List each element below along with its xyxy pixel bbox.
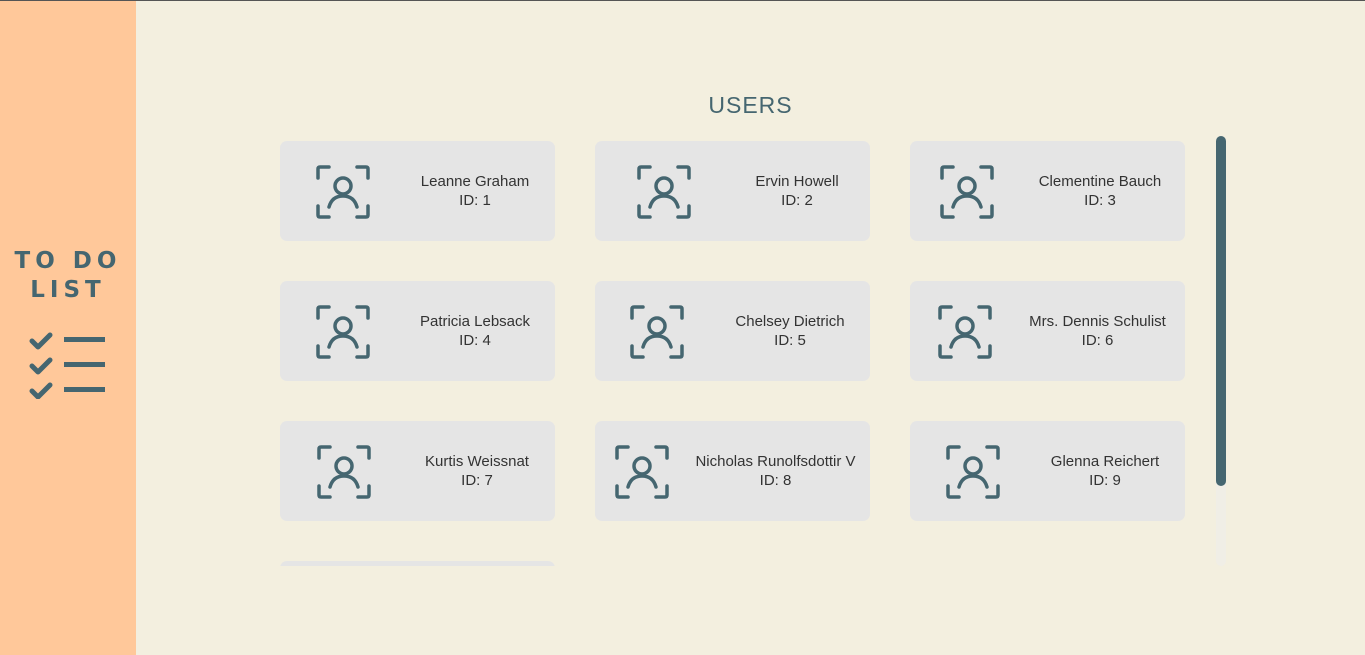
user-icon (940, 165, 994, 224)
user-id: ID: 5 (774, 332, 806, 349)
top-border (0, 0, 1365, 1)
scrollbar-thumb[interactable] (1216, 136, 1226, 486)
checklist-icon (28, 329, 108, 404)
user-name: Nicholas Runolfsdottir V (695, 453, 856, 470)
user-icon (317, 445, 371, 504)
user-card[interactable]: Clementine Bauch ID: 3 (910, 141, 1185, 241)
user-card[interactable]: Nicholas Runolfsdottir V ID: 8 (595, 421, 870, 521)
user-info: Mrs. Dennis Schulist ID: 6 (1010, 312, 1185, 350)
user-name: Chelsey Dietrich (735, 313, 845, 330)
user-card[interactable]: Patricia Lebsack ID: 4 (280, 281, 555, 381)
user-name: Glenna Reichert (1050, 453, 1160, 470)
user-info: Chelsey Dietrich ID: 5 (705, 312, 875, 350)
user-icon (946, 445, 1000, 504)
logo-line-2: LIST (30, 277, 106, 303)
user-id: ID: 2 (781, 192, 813, 209)
logo-line-1: TO DO (14, 248, 122, 274)
user-info: Ervin Howell ID: 2 (712, 172, 882, 210)
app-logo-text[interactable]: TO DO LIST (0, 247, 136, 305)
scrollbar-track[interactable] (1216, 136, 1226, 566)
user-id: ID: 9 (1089, 472, 1121, 489)
user-id: ID: 8 (759, 472, 792, 489)
user-card[interactable] (280, 561, 555, 566)
user-name: Ervin Howell (755, 173, 839, 190)
user-icon (615, 445, 669, 504)
user-name: Patricia Lebsack (419, 313, 531, 330)
sidebar: TO DO LIST (0, 1, 136, 655)
user-info: Glenna Reichert ID: 9 (1020, 452, 1190, 490)
user-info: Nicholas Runolfsdottir V ID: 8 (683, 452, 868, 490)
user-name: Clementine Bauch (1038, 173, 1162, 190)
user-id: ID: 7 (461, 472, 493, 489)
user-name: Mrs. Dennis Schulist (1029, 313, 1166, 330)
user-info: Patricia Lebsack ID: 4 (390, 312, 560, 350)
user-name: Leanne Graham (420, 173, 530, 190)
user-icon (938, 305, 992, 364)
user-info: Kurtis Weissnat ID: 7 (392, 452, 562, 490)
user-id: ID: 4 (459, 332, 491, 349)
users-grid[interactable]: Leanne Graham ID: 1 Ervin Howell ID: 2 C… (280, 140, 1200, 566)
user-icon (316, 165, 370, 224)
user-icon (630, 305, 684, 364)
user-id: ID: 1 (459, 192, 491, 209)
user-card[interactable]: Kurtis Weissnat ID: 7 (280, 421, 555, 521)
user-info: Leanne Graham ID: 1 (390, 172, 560, 210)
user-card[interactable]: Chelsey Dietrich ID: 5 (595, 281, 870, 381)
user-info: Clementine Bauch ID: 3 (1015, 172, 1185, 210)
user-name: Kurtis Weissnat (425, 453, 529, 470)
user-card[interactable]: Mrs. Dennis Schulist ID: 6 (910, 281, 1185, 381)
page-title: USERS (708, 92, 793, 118)
user-id: ID: 3 (1084, 192, 1116, 209)
user-icon (637, 165, 691, 224)
user-card[interactable]: Ervin Howell ID: 2 (595, 141, 870, 241)
user-card[interactable]: Leanne Graham ID: 1 (280, 141, 555, 241)
user-id: ID: 6 (1081, 332, 1114, 349)
user-icon (316, 305, 370, 364)
user-card[interactable]: Glenna Reichert ID: 9 (910, 421, 1185, 521)
